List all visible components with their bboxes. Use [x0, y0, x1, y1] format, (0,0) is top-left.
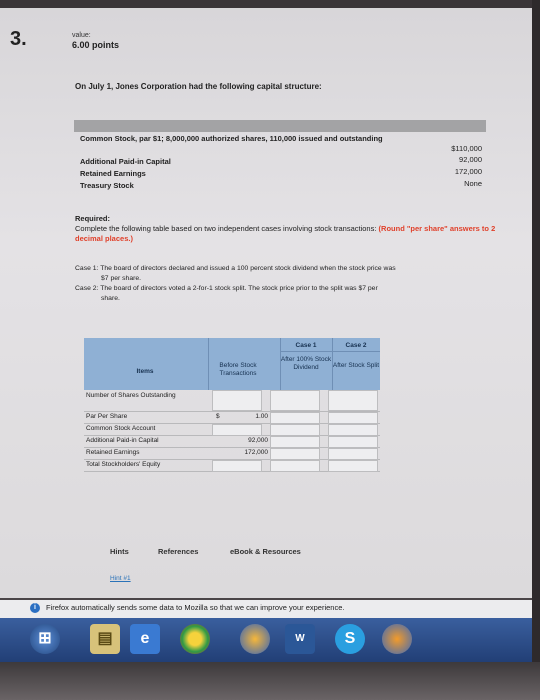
row-label: Additional Paid-in Capital — [86, 437, 159, 444]
question-number: 3. — [10, 28, 27, 50]
case-2-shares-input[interactable] — [328, 390, 378, 411]
row-label: Retained Earnings — [86, 449, 140, 456]
info-icon: i — [30, 603, 40, 613]
case-1-text-cont: $7 per share. — [101, 275, 142, 282]
case-1-par-input[interactable] — [270, 412, 320, 424]
case-2-apic-input[interactable] — [328, 436, 378, 448]
required-heading: Required: — [75, 214, 111, 223]
table-row: Total Stockholders' Equity — [84, 460, 380, 472]
before-common-stock-input[interactable] — [212, 424, 262, 436]
row-label: Common Stock Account — [86, 425, 156, 432]
capital-label-common-stock: Common Stock, par $1; 8,000,000 authoriz… — [80, 134, 383, 143]
tab-references[interactable]: References — [158, 547, 198, 556]
required-text: Complete the following table based on tw… — [75, 224, 377, 233]
question-intro: On July 1, Jones Corporation had the fol… — [75, 82, 322, 91]
header-divider — [208, 338, 209, 390]
tab-ebook-resources[interactable]: eBook & Resources — [230, 547, 301, 556]
case-1-retained-earnings-input[interactable] — [270, 448, 320, 460]
file-explorer-icon[interactable]: ▤ — [90, 624, 120, 654]
capital-value-common-stock: $110,000 — [451, 144, 482, 153]
row-label: Number of Shares Outstanding — [86, 392, 176, 399]
table-row: Par Per Share $ 1.00 — [84, 412, 380, 424]
case-2-text: Case 2: The board of directors voted a 2… — [75, 285, 378, 292]
capital-label-apic: Additional Paid-in Capital — [80, 157, 171, 166]
row-before-value: 92,000 — [248, 437, 268, 444]
case-2-retained-earnings-input[interactable] — [328, 448, 378, 460]
capital-value-retained-earnings: 172,000 — [454, 167, 482, 176]
case-2-common-stock-input[interactable] — [328, 424, 378, 436]
before-total-equity-input[interactable] — [212, 460, 262, 472]
row-label: Total Stockholders' Equity — [86, 461, 161, 468]
internet-explorer-icon[interactable]: e — [130, 624, 160, 654]
capital-value-apic: 92,000 — [459, 155, 482, 164]
header-case-1: Case 1 — [295, 342, 317, 349]
header-case-divider — [280, 351, 380, 352]
capital-label-retained-earnings: Retained Earnings — [80, 169, 146, 178]
capital-value-treasury-stock: None — [464, 179, 482, 188]
row-before-value: 172,000 — [244, 449, 269, 456]
capital-label-treasury-stock: Treasury Stock — [80, 181, 134, 190]
table-row: Common Stock Account — [84, 424, 380, 436]
monitor-bezel-top — [0, 0, 540, 8]
firefox-icon[interactable] — [240, 624, 270, 654]
header-case-2: Case 2 — [345, 342, 367, 349]
row-currency-symbol: $ — [216, 413, 220, 420]
table-row: Additional Paid-in Capital 92,000 — [84, 436, 380, 448]
value-label: value: — [72, 32, 91, 39]
hint-1-link[interactable]: Hint #1 — [110, 575, 131, 582]
tab-hints[interactable]: Hints — [110, 547, 129, 556]
case-1-description: Case 1: The board of directors declared … — [75, 264, 495, 284]
case-1-common-stock-input[interactable] — [270, 424, 320, 436]
monitor-bezel-bottom — [0, 662, 540, 700]
case-2-text-cont: share. — [101, 295, 120, 302]
before-shares-input[interactable] — [212, 390, 262, 411]
monitor-bezel-right — [532, 0, 540, 700]
table-header: Items Before Stock Transactions Case 1 A… — [84, 338, 380, 390]
row-label: Par Per Share — [86, 413, 128, 420]
case-2-par-input[interactable] — [328, 412, 378, 424]
firefox-icon-secondary[interactable] — [382, 624, 412, 654]
start-button-icon[interactable]: ⊞ — [30, 624, 60, 654]
header-case-2-sub: After Stock Split — [332, 362, 380, 369]
table-row: Retained Earnings 172,000 — [84, 448, 380, 460]
capital-structure-header-bar — [74, 120, 486, 132]
case-2-description: Case 2: The board of directors voted a 2… — [75, 284, 495, 304]
row-before-value: 1.00 — [255, 413, 268, 420]
case-1-shares-input[interactable] — [270, 390, 320, 411]
points-value: 6.00 points — [72, 40, 120, 50]
firefox-notification-text: Firefox automatically sends some data to… — [46, 603, 345, 612]
header-case-1-sub: After 100% Stock Dividend — [280, 356, 332, 371]
capital-structure-box: Common Stock, par $1; 8,000,000 authoriz… — [74, 120, 486, 200]
case-1-total-equity-input[interactable] — [270, 460, 320, 472]
chrome-icon[interactable] — [180, 624, 210, 654]
header-before: Before Stock Transactions — [219, 362, 257, 377]
case-2-total-equity-input[interactable] — [328, 460, 378, 472]
skype-icon[interactable]: S — [335, 624, 365, 654]
word-icon[interactable]: W — [285, 624, 315, 654]
required-section: Required: Complete the following table b… — [75, 214, 515, 244]
case-1-apic-input[interactable] — [270, 436, 320, 448]
case-1-text: Case 1: The board of directors declared … — [75, 265, 396, 272]
browser-content: 3. value: 6.00 points On July 1, Jones C… — [0, 8, 532, 598]
header-items: Items — [136, 368, 154, 375]
table-row: Number of Shares Outstanding — [84, 390, 380, 412]
